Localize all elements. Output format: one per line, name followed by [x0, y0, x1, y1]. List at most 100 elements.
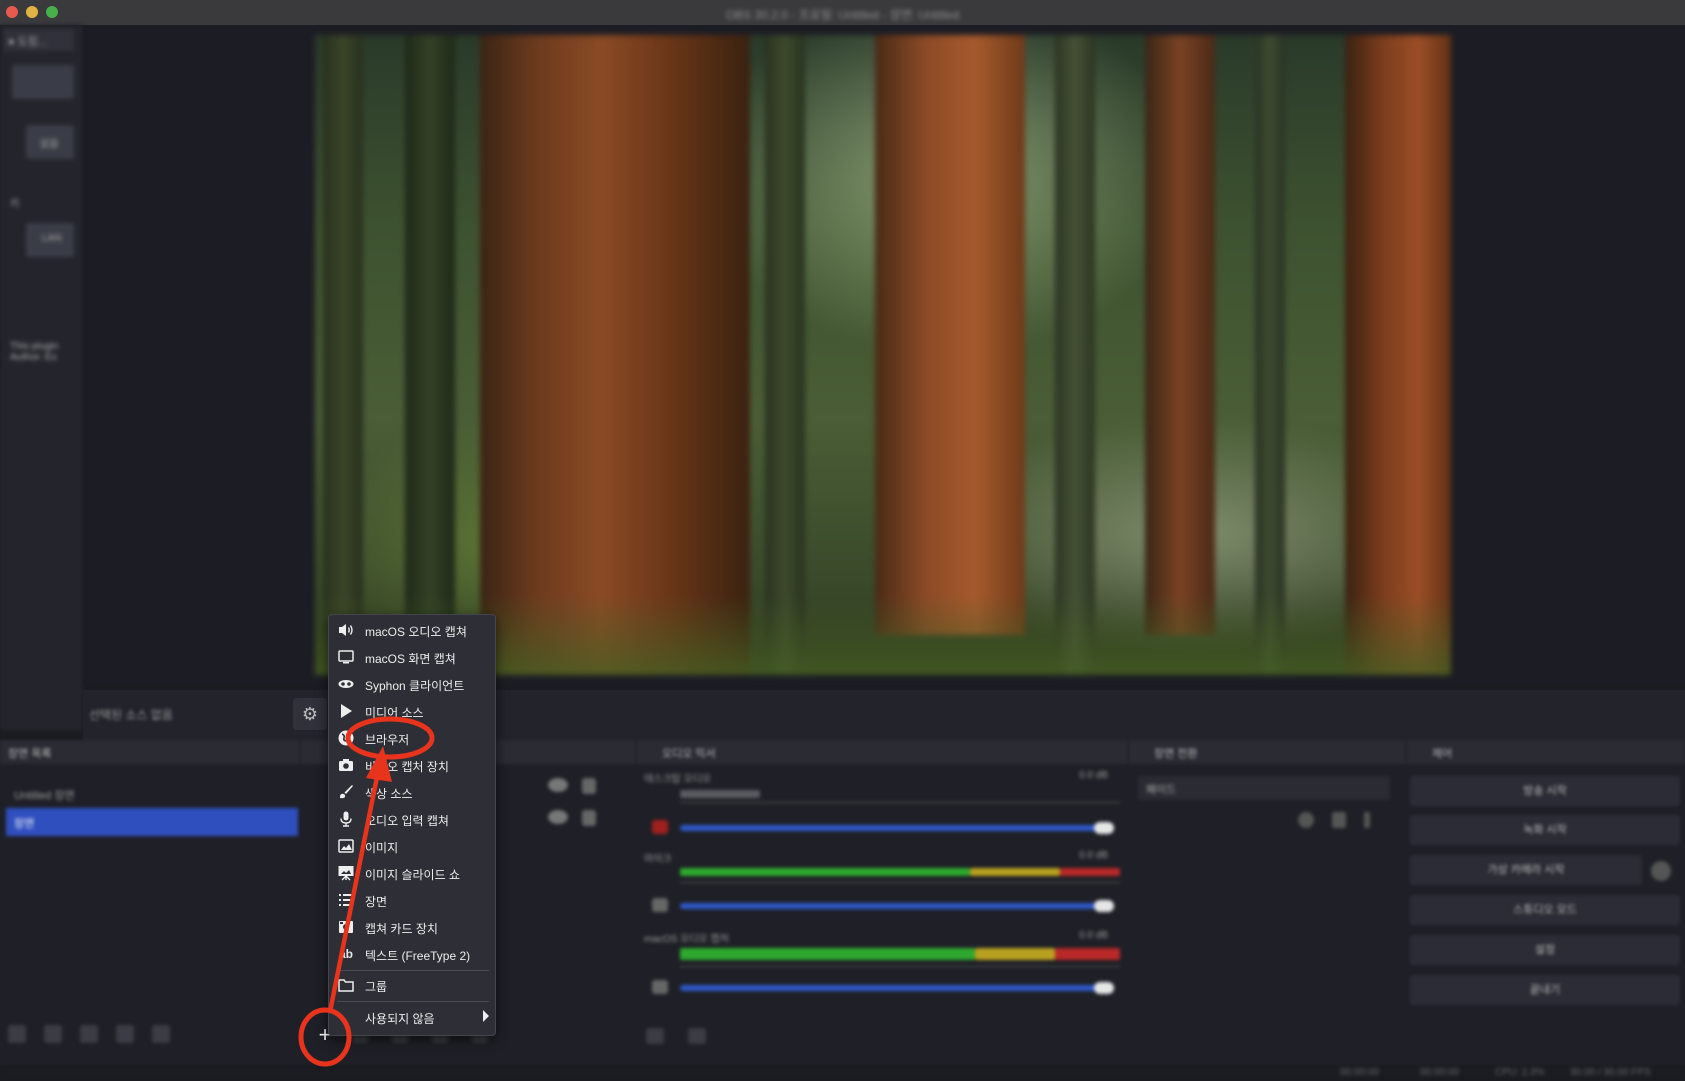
volume-slider[interactable]	[680, 825, 1100, 831]
mixer-channel: 데스크탑 오디오 0.0 dB	[644, 770, 1124, 850]
add-audio-button[interactable]	[646, 1028, 664, 1044]
menu-item-image-slideshow[interactable]: 이미지 슬라이드 쇼	[329, 860, 497, 886]
scenes-dock-title: 장면 목록	[0, 740, 300, 764]
image-icon	[337, 837, 355, 855]
menu-item-label: 사용되지 않음	[365, 1012, 435, 1026]
window-title: OBS 30.2.0 - 프로필: Untitled - 장면: Untitle…	[725, 8, 960, 22]
audio-mixer-dock: 오디오 믹서 데스크탑 오디오 0.0 dB 마이크 0.0 dB macOS …	[636, 740, 1128, 1065]
mixer-channel-name: macOS 오디오 캡처	[644, 934, 729, 945]
menu-item-video-capture-device[interactable]: 비디오 캡처 장치	[329, 752, 497, 778]
left-dock-note: This plugin Author: Ex	[10, 341, 59, 363]
mixer-channel-name: 데스크탑 오디오	[644, 774, 712, 785]
settings-button[interactable]: 설정	[1410, 935, 1680, 965]
menu-item-label: macOS 화면 캡쳐	[365, 652, 456, 666]
left-dock-tab[interactable]: ● 도킹...	[4, 29, 74, 51]
mixer-toolbar	[646, 1028, 726, 1048]
volume-slider[interactable]	[680, 985, 1100, 991]
controls-title: 제어	[1406, 740, 1685, 764]
menu-item-label: macOS 오디오 캡쳐	[365, 625, 467, 639]
menu-item-text-freetype[interactable]: ab 텍스트 (FreeType 2)	[329, 941, 497, 967]
start-virtual-camera-button[interactable]: 가상 카메라 시작	[1410, 855, 1642, 885]
transitions-dock: 장면 전환 페이드	[1128, 740, 1406, 1065]
transition-select[interactable]: 페이드	[1138, 776, 1390, 800]
list-icon	[337, 891, 355, 909]
submenu-arrow-icon	[483, 1010, 489, 1022]
camera-icon	[337, 756, 355, 774]
scene-move-up-button[interactable]	[116, 1025, 134, 1043]
menu-item-label: 캡쳐 카드 장치	[365, 922, 438, 936]
lock-icon[interactable]	[582, 778, 596, 794]
preview-canvas[interactable]	[315, 35, 1451, 675]
transition-toolbar	[1298, 812, 1398, 832]
mixer-channel: macOS 오디오 캡처 0.0 dB	[644, 930, 1124, 1010]
start-streaming-button[interactable]: 방송 시작	[1410, 776, 1680, 806]
volume-slider[interactable]	[680, 903, 1100, 909]
left-dock-button[interactable]	[12, 65, 74, 99]
volume-slider-knob[interactable]	[1094, 900, 1114, 912]
scene-list-item-selected[interactable]: 장면	[6, 808, 298, 836]
status-record-time: 00:00:00	[1420, 1067, 1459, 1078]
remove-scene-button[interactable]	[44, 1025, 62, 1043]
level-meter-red	[1060, 868, 1120, 876]
menu-separator	[337, 1001, 489, 1002]
title-bar: OBS 30.2.0 - 프로필: Untitled - 장면: Untitle…	[0, 0, 1685, 25]
menu-item-label: 그룹	[365, 980, 388, 994]
microphone-icon	[337, 810, 355, 828]
menu-item-macos-screen-capture[interactable]: macOS 화면 캡쳐	[329, 644, 497, 670]
menu-item-deprecated[interactable]: 사용되지 않음	[329, 1004, 497, 1030]
start-recording-button[interactable]: 녹화 시작	[1410, 815, 1680, 845]
mixer-channel-db: 0.0 dB	[1079, 930, 1108, 941]
mixer-channel-db: 0.0 dB	[1079, 850, 1108, 861]
menu-item-scene[interactable]: 장면	[329, 887, 497, 913]
menu-item-media-source[interactable]: 미디어 소스	[329, 698, 497, 724]
scene-list-item[interactable]: Untitled 장면	[6, 780, 298, 808]
add-source-menu: macOS 오디오 캡쳐 macOS 화면 캡쳐 Syphon 클라이언트 미디…	[328, 614, 496, 1036]
menu-item-label: Syphon 클라이언트	[365, 679, 465, 693]
no-source-selected-label: 선택된 소스 없음	[89, 708, 173, 722]
scenes-dock: 장면 목록 Untitled 장면 장면	[0, 740, 300, 1065]
menu-item-image[interactable]: 이미지	[329, 833, 497, 859]
left-dock-lan-button[interactable]: LAN	[26, 223, 74, 257]
volume-slider-knob[interactable]	[1094, 822, 1114, 834]
status-cpu: CPU: 2.3%	[1495, 1067, 1545, 1078]
menu-item-macos-audio-capture[interactable]: macOS 오디오 캡쳐	[329, 617, 497, 643]
menu-separator	[337, 970, 489, 971]
menu-item-label: 비디오 캡처 장치	[365, 760, 449, 774]
menu-item-group[interactable]: 그룹	[329, 972, 497, 998]
menu-item-browser[interactable]: 브라우저	[329, 725, 497, 751]
eye-icon[interactable]	[548, 810, 568, 824]
menu-item-color-source[interactable]: 색상 소스	[329, 779, 497, 805]
menu-item-audio-input-capture[interactable]: 오디오 입력 캡쳐	[329, 806, 497, 832]
menu-item-label: 브라우저	[365, 733, 410, 747]
meter-scale	[680, 882, 1120, 883]
mixer-menu-button[interactable]	[688, 1028, 706, 1044]
transition-menu-button[interactable]	[1364, 812, 1370, 828]
menu-item-label: 오디오 입력 캡쳐	[365, 814, 449, 828]
level-meter-red	[1055, 948, 1120, 960]
eye-icon[interactable]	[548, 778, 568, 792]
scenes-dock-toolbar	[8, 1025, 178, 1045]
add-transition-button[interactable]	[1298, 812, 1314, 828]
level-meter-yellow	[975, 948, 1055, 960]
menu-item-label: 이미지	[365, 841, 399, 855]
exit-button[interactable]: 끝내기	[1410, 975, 1680, 1005]
mute-icon[interactable]	[652, 820, 668, 834]
menu-item-label: 미디어 소스	[365, 706, 424, 720]
lock-icon[interactable]	[582, 810, 596, 826]
left-dock-item-none[interactable]: 없음	[26, 125, 74, 159]
globe-icon	[337, 729, 355, 747]
speaker-icon[interactable]	[652, 980, 668, 994]
menu-item-capture-card-device[interactable]: 캡쳐 카드 장치	[329, 914, 497, 940]
volume-slider-knob[interactable]	[1094, 982, 1114, 994]
virtual-camera-settings-button[interactable]	[1651, 861, 1671, 881]
scene-filters-button[interactable]	[80, 1025, 98, 1043]
slideshow-icon	[337, 864, 355, 882]
menu-item-label: 이미지 슬라이드 쇼	[365, 868, 460, 882]
add-scene-button[interactable]	[8, 1025, 26, 1043]
menu-item-syphon-client[interactable]: Syphon 클라이언트	[329, 671, 497, 697]
source-properties-button[interactable]: ⚙	[293, 698, 327, 730]
speaker-icon[interactable]	[652, 898, 668, 912]
studio-mode-button[interactable]: 스튜디오 모드	[1410, 895, 1680, 925]
scene-move-down-button[interactable]	[152, 1025, 170, 1043]
remove-transition-button[interactable]	[1332, 812, 1346, 828]
